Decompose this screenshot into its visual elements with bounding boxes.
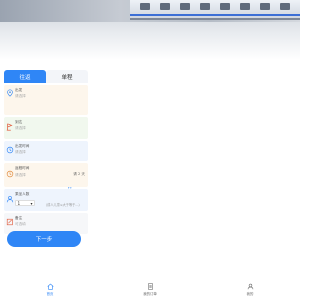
nav-orders[interactable]: 我的订单 xyxy=(130,283,170,296)
clock-icon xyxy=(6,146,14,154)
return-days-hint: 请 2 天 xyxy=(73,172,85,176)
user-icon xyxy=(247,283,253,290)
passenger-count: 1 xyxy=(17,200,21,206)
nav-profile[interactable]: 我的 xyxy=(230,283,270,296)
remark-label: 备注 xyxy=(15,216,23,220)
tab-round-trip[interactable]: 往返 xyxy=(4,70,46,83)
remark-value: 可选填 xyxy=(15,222,26,226)
nav-profile-label: 我的 xyxy=(246,292,254,296)
train-image xyxy=(130,0,300,20)
passenger-label: 乘坐人数 xyxy=(15,192,30,196)
user-icon xyxy=(6,196,14,203)
departure-field[interactable]: 出发 请选择 xyxy=(4,85,88,115)
next-button[interactable]: 下一步 xyxy=(7,231,81,247)
return-time-field[interactable]: 返程时间 请选择 请 2 天 xyxy=(4,163,88,187)
booking-card: 往返 单程 出发 请选择 切换出行 到达 请选择 出发时间 请选择 xyxy=(4,70,88,250)
arrival-value: 请选择 xyxy=(15,126,26,130)
tab-one-way[interactable]: 单程 xyxy=(46,70,88,83)
edit-icon xyxy=(6,218,13,226)
clock-icon xyxy=(6,170,14,178)
depart-time-value: 请选择 xyxy=(15,150,26,154)
passenger-stepper[interactable]: 1 ▾ xyxy=(15,200,35,206)
nav-home[interactable]: 首页 xyxy=(30,283,70,296)
bottom-nav: 首页 我的订单 我的 xyxy=(0,283,300,300)
return-time-label: 返程时间 xyxy=(15,166,30,170)
departure-label: 出发 xyxy=(15,88,23,92)
passenger-field: 乘坐人数 1 ▾ （成人儿童≤大于等于…） xyxy=(4,189,88,211)
train-stripe xyxy=(130,14,300,16)
departure-value: 请选择 xyxy=(15,94,26,98)
arrival-field[interactable]: 到达 请选择 xyxy=(4,117,88,139)
nav-home-label: 首页 xyxy=(46,292,54,296)
return-time-value: 请选择 xyxy=(15,173,26,177)
nav-orders-label: 我的订单 xyxy=(143,292,157,296)
depart-time-label: 出发时间 xyxy=(15,144,30,148)
chevron-down-icon: ▾ xyxy=(30,200,33,206)
passenger-hint: （成人儿童≤大于等于…） xyxy=(44,203,82,207)
location-pin-icon xyxy=(7,89,13,97)
trip-type-tabs: 往返 单程 xyxy=(4,70,88,83)
destination-icon xyxy=(6,123,13,131)
hero-banner xyxy=(0,0,300,60)
home-icon xyxy=(46,283,54,290)
depart-time-field[interactable]: 出发时间 请选择 xyxy=(4,141,88,161)
orders-icon xyxy=(147,283,153,290)
arrival-label: 到达 xyxy=(15,120,23,124)
